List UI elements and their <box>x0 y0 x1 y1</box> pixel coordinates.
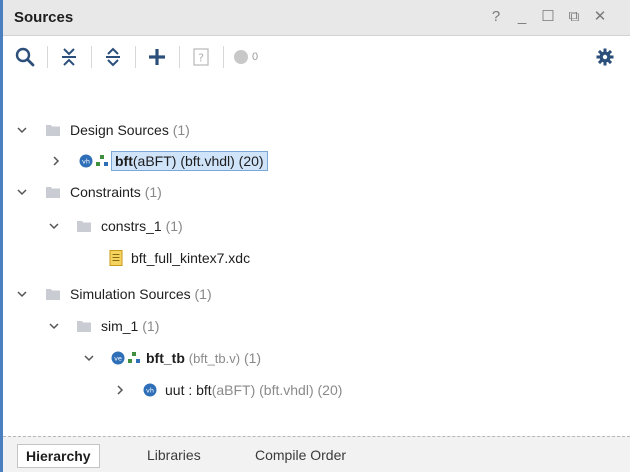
folder-icon <box>46 125 60 136</box>
chevron-down-icon[interactable] <box>16 186 28 198</box>
tree-node-bft[interactable]: vh bft(aBFT) (bft.vhdl) (20) <box>3 147 630 175</box>
tab-libraries[interactable]: Libraries <box>139 444 209 468</box>
tree-node-label: sim_1 (1) <box>101 318 160 334</box>
search-icon <box>15 47 35 67</box>
constraints-file-icon <box>109 250 123 266</box>
tab-hierarchy[interactable]: Hierarchy <box>17 444 100 468</box>
folder-icon <box>46 187 60 198</box>
status-indicator[interactable]: 0 <box>233 44 273 70</box>
verilog-file-icon: ve <box>111 351 125 365</box>
chevron-down-icon[interactable] <box>83 352 95 364</box>
vhdl-file-icon: vh <box>143 383 157 397</box>
svg-text:ve: ve <box>114 355 122 363</box>
question-box-icon: ? <box>193 48 209 66</box>
tree-node-label: constrs_1 (1) <box>101 218 183 234</box>
tree-node-label: Design Sources (1) <box>70 122 190 138</box>
sources-panel: Sources ? _ ☐ ⧉ ✕ ? 0 Design Sources (1)… <box>0 0 630 472</box>
folder-icon <box>77 321 91 332</box>
toolbar-separator <box>91 46 92 68</box>
tree-node-label: bft_tb (bft_tb.v) (1) <box>146 350 262 366</box>
tree-node-bft-tb[interactable]: ve bft_tb (bft_tb.v) (1) <box>3 344 630 372</box>
toolbar-separator <box>223 46 224 68</box>
status-dot-icon <box>234 50 248 64</box>
tree-node-label: Constraints (1) <box>70 184 162 200</box>
tree-node-label-selected[interactable]: bft(aBFT) (bft.vhdl) (20) <box>111 151 268 171</box>
hierarchy-icon <box>96 155 108 166</box>
tree-node-label: Simulation Sources (1) <box>70 286 212 302</box>
search-button[interactable] <box>13 44 37 70</box>
chevron-down-icon[interactable] <box>16 124 28 136</box>
settings-button[interactable] <box>593 44 617 70</box>
properties-button[interactable]: ? <box>189 44 213 70</box>
tree-node-sim-1[interactable]: sim_1 (1) <box>3 312 630 340</box>
svg-text:vh: vh <box>146 387 154 395</box>
bottom-tab-bar: Hierarchy Libraries Compile Order <box>3 436 630 472</box>
tree-node-constraints[interactable]: Constraints (1) <box>3 178 630 206</box>
chevron-right-icon[interactable] <box>50 155 62 167</box>
chevron-down-icon[interactable] <box>16 288 28 300</box>
close-button[interactable]: ✕ <box>591 8 609 26</box>
expand-all-icon <box>106 47 120 67</box>
svg-text:vh: vh <box>82 158 90 166</box>
expand-all-button[interactable] <box>101 44 125 70</box>
tree-node-design-sources[interactable]: Design Sources (1) <box>3 116 630 144</box>
toolbar-separator <box>135 46 136 68</box>
help-button[interactable]: ? <box>487 8 505 26</box>
panel-title-bar: Sources ? _ ☐ ⧉ ✕ <box>3 0 630 36</box>
tab-compile-order[interactable]: Compile Order <box>247 444 354 468</box>
gear-icon <box>596 48 614 66</box>
svg-text:?: ? <box>198 52 204 65</box>
minimize-button[interactable]: _ <box>513 8 531 26</box>
tree-node-constrs-1[interactable]: constrs_1 (1) <box>3 212 630 240</box>
collapse-all-icon <box>62 48 76 66</box>
chevron-down-icon[interactable] <box>48 320 60 332</box>
maximize-button[interactable]: ☐ <box>539 8 557 26</box>
add-sources-button[interactable] <box>145 44 169 70</box>
tree-node-uut[interactable]: vh uut : bft(aBFT) (bft.vhdl) (20) <box>3 376 630 404</box>
hierarchy-icon <box>128 352 140 363</box>
tree-node-label: uut : bft(aBFT) (bft.vhdl) (20) <box>165 382 343 398</box>
float-button[interactable]: ⧉ <box>565 8 583 26</box>
toolbar-separator <box>179 46 180 68</box>
toolbar: ? 0 <box>3 36 630 78</box>
tree-node-xdc-file[interactable]: bft_full_kintex7.xdc <box>3 244 630 272</box>
collapse-all-button[interactable] <box>57 44 81 70</box>
status-count: 0 <box>252 51 259 63</box>
panel-title: Sources <box>14 9 74 26</box>
chevron-right-icon[interactable] <box>114 384 126 396</box>
chevron-down-icon[interactable] <box>48 220 60 232</box>
tree-node-label: bft_full_kintex7.xdc <box>131 250 251 266</box>
plus-icon <box>149 49 165 65</box>
toolbar-separator <box>47 46 48 68</box>
tree-node-simulation-sources[interactable]: Simulation Sources (1) <box>3 280 630 308</box>
folder-icon <box>77 221 91 232</box>
folder-icon <box>46 289 60 300</box>
vhdl-file-icon: vh <box>79 154 93 168</box>
